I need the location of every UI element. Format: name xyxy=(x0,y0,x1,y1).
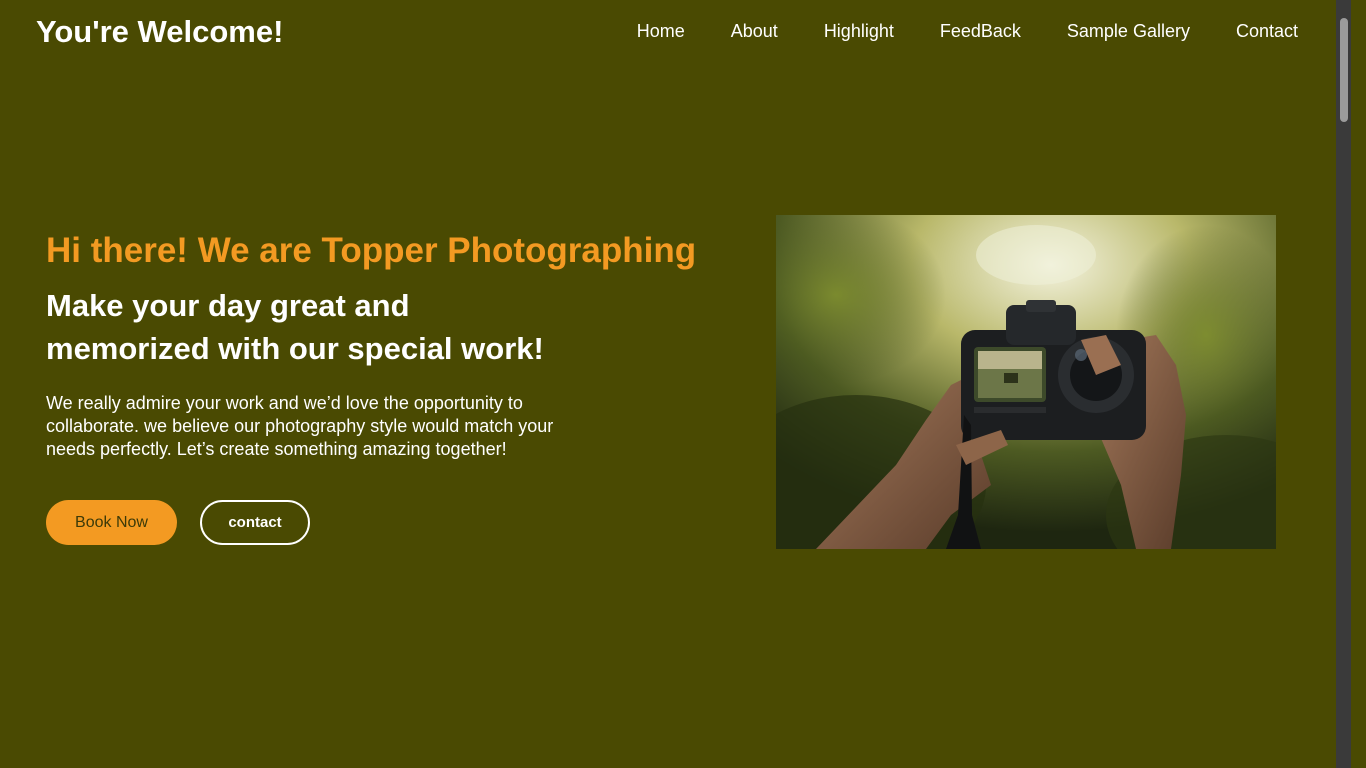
hero-subtitle-line: Make your day great and xyxy=(46,288,410,323)
hero-description-line: collaborate. we believe our photography … xyxy=(46,416,554,436)
nav-about[interactable]: About xyxy=(731,21,778,42)
hero-title: Hi there! We are Topper Photographing xyxy=(46,231,697,270)
hero-description-line: needs perfectly. Let’s create something … xyxy=(46,439,507,459)
nav-feedback[interactable]: FeedBack xyxy=(940,21,1021,42)
hero-description: We really admire your work and we’d love… xyxy=(46,392,566,461)
nav-contact[interactable]: Contact xyxy=(1236,21,1298,42)
hero-subtitle: Make your day great and memorized with o… xyxy=(46,284,566,370)
hero-photo-camera-hands xyxy=(776,215,1276,549)
camera-photo-illustration xyxy=(776,215,1276,549)
scrollbar-thumb[interactable] xyxy=(1340,18,1348,122)
hero-description-line: We really admire your work and we’d love… xyxy=(46,393,523,413)
nav-home[interactable]: Home xyxy=(637,21,685,42)
hero-subtitle-line: memorized with our special work! xyxy=(46,331,544,366)
site-brand[interactable]: You're Welcome! xyxy=(36,14,283,50)
contact-button[interactable]: contact xyxy=(200,500,310,545)
page: You're Welcome! Home About Highlight Fee… xyxy=(0,0,1351,768)
nav-highlight[interactable]: Highlight xyxy=(824,21,894,42)
main-nav: Home About Highlight FeedBack Sample Gal… xyxy=(591,21,1298,42)
nav-sample-gallery[interactable]: Sample Gallery xyxy=(1067,21,1190,42)
hero-section: Hi there! We are Topper Photographing Ma… xyxy=(46,230,746,461)
book-now-button[interactable]: Book Now xyxy=(46,500,177,545)
page-scrollbar[interactable] xyxy=(1336,0,1351,768)
hero-buttons: Book Now contact xyxy=(46,500,310,545)
